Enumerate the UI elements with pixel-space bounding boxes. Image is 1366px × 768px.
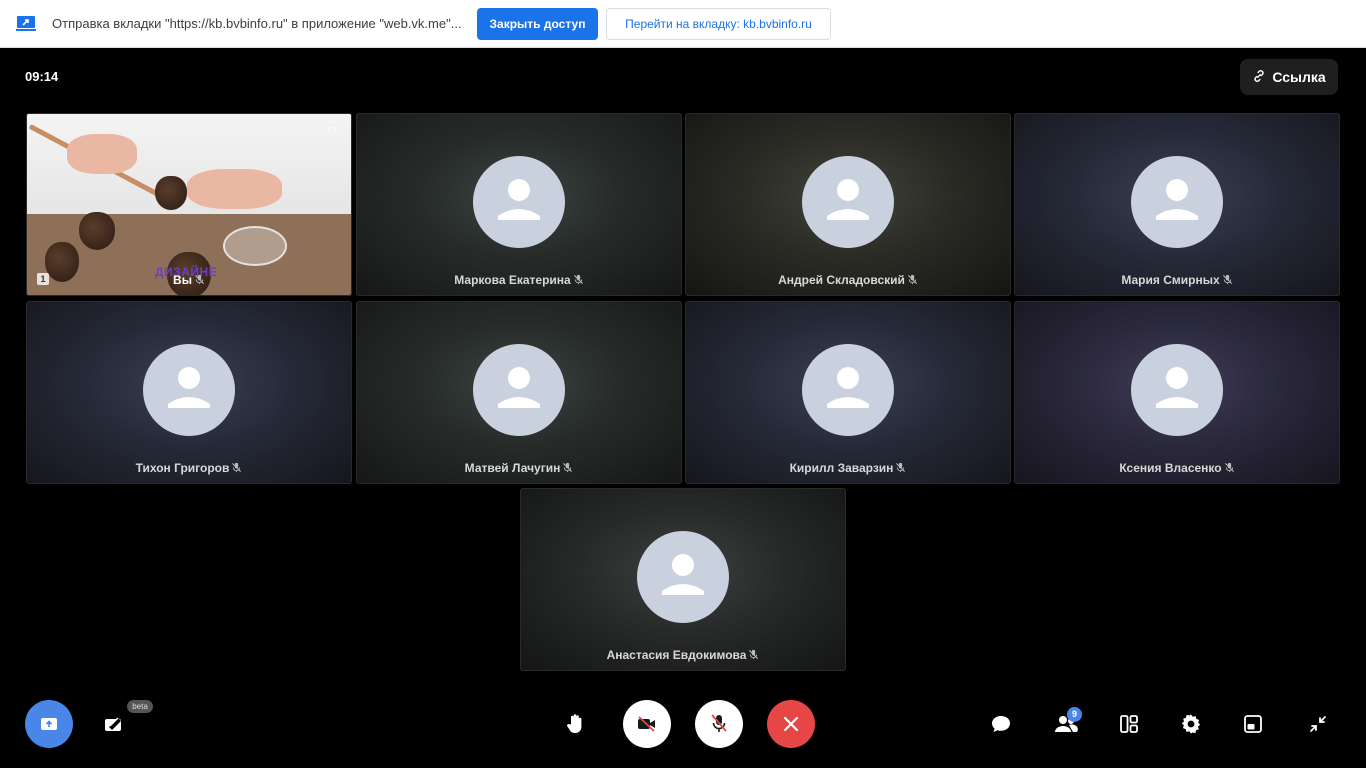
participant-tile[interactable]: Тихон Григоров — [26, 301, 352, 484]
call-timer: 09:14 — [25, 69, 59, 84]
video-cone — [155, 176, 187, 210]
chat-button[interactable] — [987, 710, 1015, 738]
hand-icon — [567, 714, 582, 733]
stop-sharing-button[interactable]: Закрыть доступ — [477, 8, 598, 40]
layout-button[interactable] — [1115, 710, 1143, 738]
avatar — [1131, 344, 1223, 436]
participant-name: Маркова Екатерина — [357, 273, 681, 287]
raise-hand-button[interactable] — [562, 710, 590, 738]
avatar — [802, 344, 894, 436]
mic-off-icon — [1224, 462, 1234, 473]
participant-name: Тихон Григоров — [27, 461, 351, 475]
participant-tile[interactable]: Анастасия Евдокимова — [520, 488, 846, 671]
video-cone — [79, 212, 115, 250]
screen-share-icon — [16, 15, 36, 32]
grid-layout-icon — [1120, 715, 1138, 733]
video-hand-left — [67, 134, 137, 174]
participant-tile[interactable]: Ксения Власенко — [1014, 301, 1340, 484]
participant-tile[interactable]: Мария Смирных — [1014, 113, 1340, 296]
screen-share-icon — [41, 718, 57, 730]
participant-name: Кирилл Заварзин — [686, 461, 1010, 475]
participant-name: Мария Смирных — [1015, 273, 1339, 287]
mic-toggle-button[interactable] — [695, 700, 743, 748]
avatar — [802, 156, 894, 248]
participant-name: Матвей Лачугин — [357, 461, 681, 475]
magic-pen-icon — [105, 717, 121, 731]
exit-fullscreen-button[interactable] — [1304, 710, 1332, 738]
settings-button[interactable] — [1177, 710, 1205, 738]
camera-toggle-button[interactable] — [623, 700, 671, 748]
go-to-tab-button[interactable]: Перейти на вкладку: kb.bvbinfo.ru — [606, 8, 831, 40]
participant-name: Вы — [27, 273, 351, 287]
copy-link-button[interactable]: Ссылка — [1240, 59, 1338, 95]
participant-name: Анастасия Евдокимова — [521, 648, 845, 662]
participant-tile[interactable]: Андрей Складовский — [685, 113, 1011, 296]
mic-off-icon — [573, 274, 583, 285]
beta-badge: beta — [127, 700, 153, 713]
end-call-button[interactable] — [767, 700, 815, 748]
link-icon — [1252, 69, 1266, 86]
share-screen-button[interactable] — [25, 700, 73, 748]
video-hand-right — [187, 169, 282, 209]
participant-tile[interactable]: Маркова Екатерина — [356, 113, 682, 296]
avatar — [637, 531, 729, 623]
tab-share-banner: Отправка вкладки "https://kb.bvbinfo.ru"… — [0, 0, 1366, 48]
chat-icon — [992, 716, 1010, 732]
close-icon — [783, 716, 799, 732]
link-label: Ссылка — [1272, 69, 1326, 85]
mic-off-icon — [563, 462, 573, 473]
participant-tile[interactable]: Кирилл Заварзин — [685, 301, 1011, 484]
mic-off-icon — [749, 649, 759, 660]
effects-button[interactable] — [100, 710, 128, 738]
participant-name: Ксения Власенко — [1015, 461, 1339, 475]
pip-icon[interactable]: ▭ — [328, 124, 337, 135]
pip-icon — [1244, 715, 1262, 733]
avatar — [143, 344, 235, 436]
share-banner-text: Отправка вкладки "https://kb.bvbinfo.ru"… — [52, 16, 462, 31]
participant-tile[interactable]: Матвей Лачугин — [356, 301, 682, 484]
mic-off-icon — [194, 274, 204, 285]
avatar — [473, 156, 565, 248]
mic-off-icon — [711, 714, 727, 732]
mic-off-icon — [907, 274, 917, 285]
mic-off-icon — [1222, 274, 1232, 285]
video-bowl — [223, 226, 287, 266]
mic-off-icon — [896, 462, 906, 473]
participants-count-badge: 9 — [1067, 707, 1082, 722]
camera-off-icon — [638, 716, 655, 732]
picture-in-picture-button[interactable] — [1239, 710, 1267, 738]
avatar — [473, 344, 565, 436]
mic-off-icon — [232, 462, 242, 473]
collapse-icon — [1310, 716, 1326, 732]
avatar — [1131, 156, 1223, 248]
participant-name: Андрей Складовский — [686, 273, 1010, 287]
gear-icon — [1181, 714, 1201, 734]
self-video-tile[interactable]: ▭ ДИЗАЙНЕ 1 Вы — [26, 113, 352, 296]
